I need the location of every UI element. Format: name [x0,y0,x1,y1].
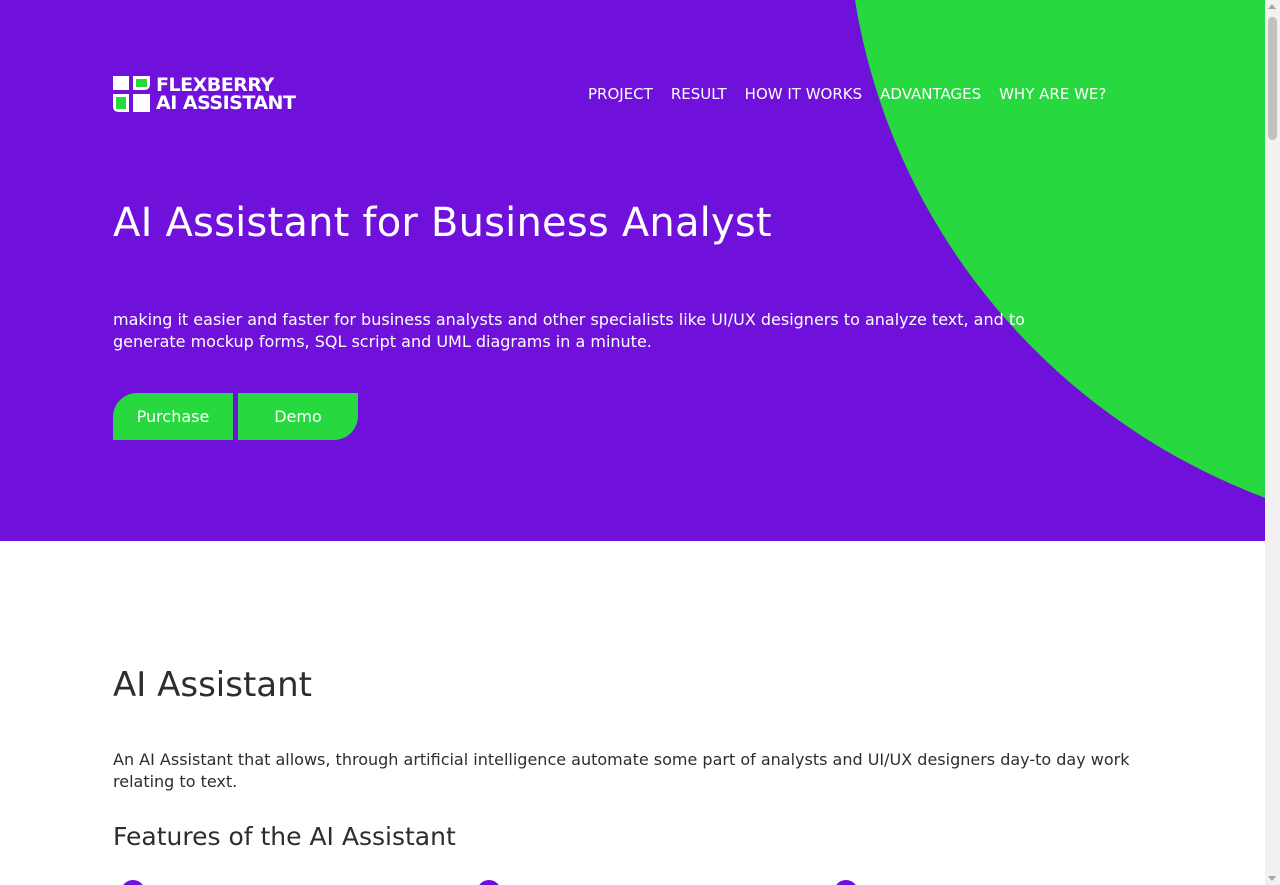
hero-buttons: Purchase Demo [113,393,358,440]
nav-item-result[interactable]: RESULT [671,85,727,103]
flexberry-logo-icon [113,76,150,112]
hero-description: making it easier and faster for business… [113,310,1025,351]
scroll-up-arrow-icon[interactable] [1268,4,1276,9]
feature-icon [834,880,858,885]
about-description: An AI Assistant that allows, through art… [113,750,1130,791]
main-nav: PROJECT RESULT HOW IT WORKS ADVANTAGES W… [588,85,1124,103]
demo-button[interactable]: Demo [238,393,358,440]
nav-item-how-it-works[interactable]: HOW IT WORKS [745,85,862,103]
hero-title: AI Assistant for Business Analyst [113,200,772,246]
nav-item-project[interactable]: PROJECT [588,85,653,103]
purchase-button[interactable]: Purchase [113,393,233,440]
hero-decorative-circle [847,0,1265,540]
feature-icon [477,880,501,885]
logo-link[interactable]: FLEXBERRY AI ASSISTANT [113,76,296,114]
scrollbar-thumb[interactable] [1268,17,1277,140]
nav-item-why-are-we[interactable]: WHY ARE WE? [999,85,1106,103]
scroll-down-arrow-icon[interactable] [1268,876,1276,881]
feature-icon [121,880,145,885]
features-title: Features of the AI Assistant [113,822,456,851]
nav-item-advantages[interactable]: ADVANTAGES [880,85,981,103]
hero-section: FLEXBERRY AI ASSISTANT PROJECT RESULT HO… [0,0,1265,541]
page-scrollbar[interactable] [1265,0,1280,885]
page: FLEXBERRY AI ASSISTANT PROJECT RESULT HO… [0,0,1265,885]
logo-text: FLEXBERRY AI ASSISTANT [156,76,296,114]
about-title: AI Assistant [113,665,312,705]
logo-line-2: AI ASSISTANT [156,92,296,114]
